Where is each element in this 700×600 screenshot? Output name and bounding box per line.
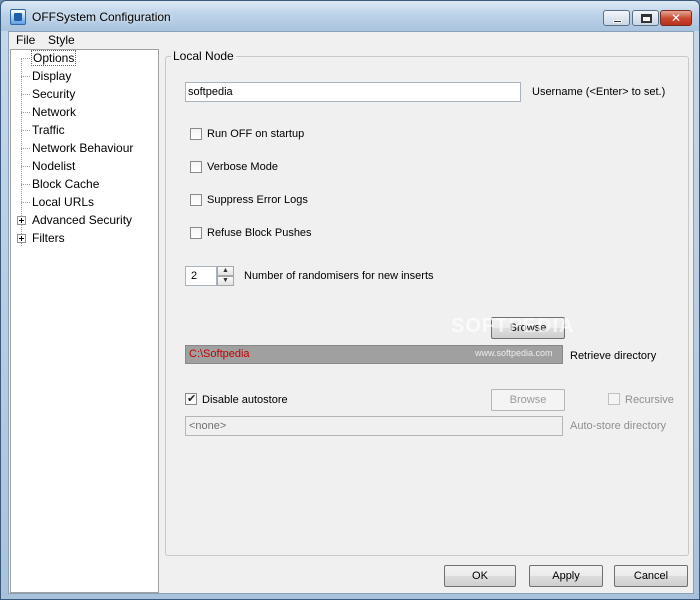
tree-item-label: Options (31, 50, 77, 66)
tree-branch-line (21, 202, 30, 203)
close-icon: ✕ (670, 11, 682, 25)
cancel-button[interactable]: Cancel (614, 565, 688, 587)
expand-plus-icon[interactable] (17, 234, 26, 243)
settings-tree[interactable]: Options Display Security Network Traffic… (10, 49, 159, 593)
menu-file[interactable]: File (13, 33, 38, 47)
spin-down-icon[interactable]: ▼ (217, 276, 234, 286)
title-bar[interactable]: OFFSystem Configuration ✕ (1, 1, 699, 31)
tree-item-label: Display (32, 69, 72, 83)
randomisers-input[interactable]: 2 (185, 266, 217, 286)
close-button[interactable]: ✕ (660, 10, 692, 26)
suppress-error-logs-label: Suppress Error Logs (207, 194, 308, 206)
tree-item-label: Local URLs (32, 195, 95, 209)
recursive-label: Recursive (625, 394, 674, 406)
retrieve-directory-label: Retrieve directory (570, 350, 657, 362)
tree-item-label: Filters (32, 231, 65, 245)
refuse-block-pushes-label: Refuse Block Pushes (207, 227, 312, 239)
watermark-url: www.softpedia.com (475, 348, 553, 358)
menu-style[interactable]: Style (45, 33, 78, 47)
retrieve-directory-value: C:\Softpedia (189, 348, 250, 360)
tree-item-filters[interactable]: Filters (31, 231, 66, 247)
tree-item-local-urls[interactable]: Local URLs (31, 195, 95, 211)
username-label: Username (<Enter> to set.) (532, 86, 666, 98)
ok-button[interactable]: OK (444, 565, 516, 587)
autostore-directory-label: Auto-store directory (570, 420, 666, 432)
autostore-directory-field[interactable]: <none> (185, 416, 563, 436)
suppress-error-logs-checkbox[interactable] (190, 194, 202, 206)
maximize-button[interactable] (632, 10, 659, 26)
tree-item-network-behaviour[interactable]: Network Behaviour (31, 141, 134, 157)
tree-branch-line (21, 166, 30, 167)
tree-item-label: Security (32, 87, 76, 101)
tree-branch-line (21, 76, 30, 77)
run-on-startup-label: Run OFF on startup (207, 128, 305, 140)
tree-item-label: Traffic (32, 123, 65, 137)
client-area: File Style Options Display Security Netw… (8, 31, 694, 594)
tree-item-block-cache[interactable]: Block Cache (31, 177, 100, 193)
tree-item-label: Advanced Security (32, 213, 133, 227)
apply-button[interactable]: Apply (529, 565, 603, 587)
spin-up-icon[interactable]: ▲ (217, 266, 234, 276)
expand-plus-icon[interactable] (17, 216, 26, 225)
minimize-button[interactable] (603, 10, 630, 26)
tree-branch-line (21, 184, 30, 185)
tree-branch-line (21, 130, 30, 131)
tree-item-label: Block Cache (32, 177, 100, 191)
tree-item-label: Network (32, 105, 77, 119)
tree-item-label: Nodelist (32, 159, 76, 173)
disable-autostore-label: Disable autostore (202, 394, 288, 406)
run-on-startup-checkbox[interactable] (190, 128, 202, 140)
tree-branch-line (21, 94, 30, 95)
menu-bar: File Style (9, 32, 693, 49)
tree-branch-line (21, 148, 30, 149)
refuse-block-pushes-checkbox[interactable] (190, 227, 202, 239)
recursive-checkbox[interactable] (608, 393, 620, 405)
group-title: Local Node (171, 49, 236, 63)
app-icon (10, 9, 26, 25)
autostore-browse-button[interactable]: Browse (491, 389, 565, 411)
main-window: OFFSystem Configuration ✕ File Style Opt… (0, 0, 700, 600)
disable-autostore-checkbox[interactable] (185, 392, 197, 405)
tree-item-advanced-security[interactable]: Advanced Security (31, 213, 133, 229)
tree-item-security[interactable]: Security (31, 87, 76, 103)
tree-item-network[interactable]: Network (31, 105, 77, 121)
minimize-icon (613, 20, 622, 23)
username-input[interactable]: softpedia (185, 82, 521, 102)
randomisers-label: Number of randomisers for new inserts (244, 270, 434, 282)
tree-item-label: Network Behaviour (32, 141, 134, 155)
tree-item-display[interactable]: Display (31, 69, 72, 85)
tree-item-traffic[interactable]: Traffic (31, 123, 66, 139)
watermark-logo: SOFTPEDIA (451, 315, 575, 337)
tree-item-nodelist[interactable]: Nodelist (31, 159, 76, 175)
tree-item-options[interactable]: Options (31, 50, 77, 67)
tree-branch-line (21, 112, 30, 113)
tree-branch-line (21, 58, 30, 59)
window-title: OFFSystem Configuration (32, 10, 171, 24)
verbose-mode-checkbox[interactable] (190, 161, 202, 173)
verbose-mode-label: Verbose Mode (207, 161, 278, 173)
maximize-icon (641, 14, 652, 23)
